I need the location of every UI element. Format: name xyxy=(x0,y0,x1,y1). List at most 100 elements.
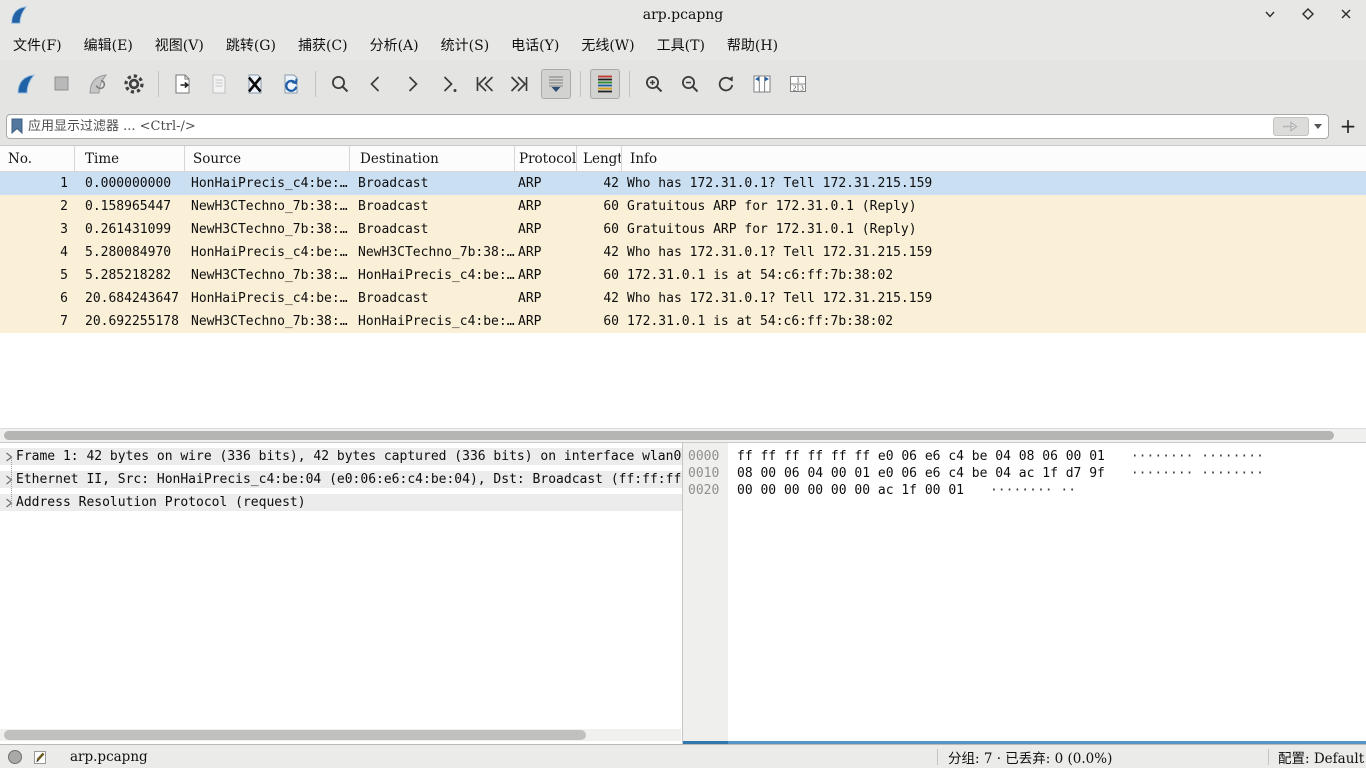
find-packet-button[interactable] xyxy=(325,69,355,99)
auto-scroll-icon xyxy=(544,72,568,96)
cell-source: HonHaiPrecis_c4:be:… xyxy=(185,172,350,195)
hex-row[interactable]: 0000 ff ff ff ff ff ff e0 06 e6 c4 be 04… xyxy=(683,448,1366,465)
zoom-reset-button[interactable] xyxy=(711,69,741,99)
menu-wireless[interactable]: 无线(W) xyxy=(570,31,645,59)
first-packet-button[interactable] xyxy=(469,69,499,99)
expander-icon[interactable] xyxy=(0,475,16,485)
resize-columns-button[interactable] xyxy=(747,69,777,99)
filter-dropdown-caret-icon[interactable] xyxy=(1314,124,1322,129)
column-header-protocol[interactable]: Protocol xyxy=(515,146,577,171)
packet-row-5[interactable]: 5 5.285218282 NewH3CTechno_7b:38:… HonHa… xyxy=(0,264,1366,287)
wireshark-logo-icon xyxy=(8,4,30,26)
menu-analyze[interactable]: 分析(A) xyxy=(359,31,430,59)
hex-ascii: ········ ········ xyxy=(1131,465,1264,482)
window-title: arp.pcapng xyxy=(0,7,1366,23)
cell-time: 5.280084970 xyxy=(75,241,185,264)
toolbar-separator xyxy=(158,71,159,97)
hex-row[interactable]: 0010 08 00 06 04 00 01 e0 06 e6 c4 be 04… xyxy=(683,465,1366,482)
capture-options-button[interactable] xyxy=(119,69,149,99)
zoom-in-button[interactable] xyxy=(639,69,669,99)
capture-comment-icon[interactable] xyxy=(32,749,48,765)
column-header-info[interactable]: Info xyxy=(622,146,1366,171)
auto-scroll-toggle[interactable] xyxy=(541,69,571,99)
menu-capture[interactable]: 捕获(C) xyxy=(287,31,359,59)
profile-status[interactable]: 配置: Default xyxy=(1278,747,1364,767)
svg-text:3: 3 xyxy=(800,84,804,92)
cell-length: 60 xyxy=(577,195,622,218)
menu-telephony[interactable]: 电话(Y) xyxy=(500,31,570,59)
menu-help[interactable]: 帮助(H) xyxy=(716,31,789,59)
hex-row[interactable]: 0020 00 00 00 00 00 00 ac 1f 00 01 ·····… xyxy=(683,482,1366,499)
packet-row-3[interactable]: 3 0.261431099 NewH3CTechno_7b:38:… Broad… xyxy=(0,218,1366,241)
detail-row-ethernet[interactable]: Ethernet II, Src: HonHaiPrecis_c4:be:04 … xyxy=(0,471,682,488)
menu-tools[interactable]: 工具(T) xyxy=(646,31,716,59)
next-packet-button[interactable] xyxy=(397,69,427,99)
packet-row-4[interactable]: 4 5.280084970 HonHaiPrecis_c4:be:… NewH3… xyxy=(0,241,1366,264)
display-filter-field[interactable] xyxy=(6,114,1329,139)
expander-icon[interactable] xyxy=(0,452,16,462)
go-to-packet-icon xyxy=(436,72,460,96)
cell-time: 0.261431099 xyxy=(75,218,185,241)
cell-source: NewH3CTechno_7b:38:… xyxy=(185,264,350,287)
first-packet-icon xyxy=(472,72,496,96)
packet-row-6[interactable]: 6 20.684243647 HonHaiPrecis_c4:be:… Broa… xyxy=(0,287,1366,310)
column-header-source[interactable]: Source xyxy=(185,146,350,171)
cell-info: Who has 172.31.0.1? Tell 172.31.215.159 xyxy=(622,172,1366,195)
cell-time: 5.285218282 xyxy=(75,264,185,287)
status-filename[interactable]: arp.pcapng xyxy=(70,749,148,765)
hex-ascii: ········ ·· xyxy=(990,482,1076,499)
save-file-button[interactable] xyxy=(204,69,234,99)
menu-edit[interactable]: 编辑(E) xyxy=(73,31,144,59)
stop-capture-icon xyxy=(50,72,74,96)
cell-info: 172.31.0.1 is at 54:c6:ff:7b:38:02 xyxy=(622,264,1366,287)
stop-capture-button[interactable] xyxy=(47,69,77,99)
packet-details-pane: Frame 1: 42 bytes on wire (336 bits), 42… xyxy=(0,443,683,744)
detail-row-arp[interactable]: Address Resolution Protocol (request) xyxy=(0,494,682,511)
expander-icon[interactable] xyxy=(0,498,16,508)
scrollbar-thumb[interactable] xyxy=(4,730,586,740)
packet-list-horizontal-scrollbar[interactable] xyxy=(0,428,1366,443)
previous-packet-button[interactable] xyxy=(361,69,391,99)
title-bar: arp.pcapng xyxy=(0,0,1366,30)
close-file-button[interactable] xyxy=(240,69,270,99)
menu-go[interactable]: 跳转(G) xyxy=(215,31,287,59)
reload-file-button[interactable] xyxy=(276,69,306,99)
cell-protocol: ARP xyxy=(515,264,577,287)
column-header-time[interactable]: Time xyxy=(75,146,185,171)
add-filter-button[interactable]: + xyxy=(1336,114,1360,138)
last-packet-button[interactable] xyxy=(505,69,535,99)
display-filter-input[interactable] xyxy=(28,119,1273,134)
cell-destination: Broadcast xyxy=(350,218,515,241)
packet-row-7[interactable]: 7 20.692255178 NewH3CTechno_7b:38:… HonH… xyxy=(0,310,1366,333)
menu-statistics[interactable]: 统计(S) xyxy=(430,31,501,59)
detail-text: Frame 1: 42 bytes on wire (336 bits), 42… xyxy=(16,449,682,464)
menu-file[interactable]: 文件(F) xyxy=(2,31,73,59)
detail-row-frame[interactable]: Frame 1: 42 bytes on wire (336 bits), 42… xyxy=(0,448,682,465)
open-file-button[interactable] xyxy=(168,69,198,99)
filter-bookmark-icon[interactable] xyxy=(11,118,23,135)
minimize-button[interactable] xyxy=(1258,2,1282,26)
layout-button[interactable]: 123 xyxy=(783,69,813,99)
maximize-button[interactable] xyxy=(1296,2,1320,26)
statusbar-separator xyxy=(937,749,938,765)
zoom-out-button[interactable] xyxy=(675,69,705,99)
packet-row-2[interactable]: 2 0.158965447 NewH3CTechno_7b:38:… Broad… xyxy=(0,195,1366,218)
cell-time: 0.158965447 xyxy=(75,195,185,218)
apply-filter-button[interactable] xyxy=(1273,117,1309,136)
cell-destination: HonHaiPrecis_c4:be:… xyxy=(350,264,515,287)
restart-capture-button[interactable] xyxy=(83,69,113,99)
column-header-length[interactable]: Lengtl xyxy=(577,146,622,171)
scrollbar-thumb[interactable] xyxy=(4,431,1334,440)
menu-view[interactable]: 视图(V) xyxy=(144,31,215,59)
close-button[interactable] xyxy=(1334,2,1358,26)
expert-info-icon[interactable] xyxy=(8,750,22,764)
packet-bytes-pane: 0000 ff ff ff ff ff ff e0 06 e6 c4 be 04… xyxy=(683,443,1366,744)
column-header-destination[interactable]: Destination xyxy=(350,146,515,171)
packet-row-1[interactable]: 1 0.000000000 HonHaiPrecis_c4:be:… Broad… xyxy=(0,172,1366,195)
column-header-no[interactable]: No. xyxy=(0,146,75,171)
start-capture-button[interactable] xyxy=(11,69,41,99)
details-horizontal-scrollbar[interactable] xyxy=(0,729,681,741)
go-to-packet-button[interactable] xyxy=(433,69,463,99)
colorize-toggle[interactable] xyxy=(590,69,620,99)
cell-length: 42 xyxy=(577,287,622,310)
